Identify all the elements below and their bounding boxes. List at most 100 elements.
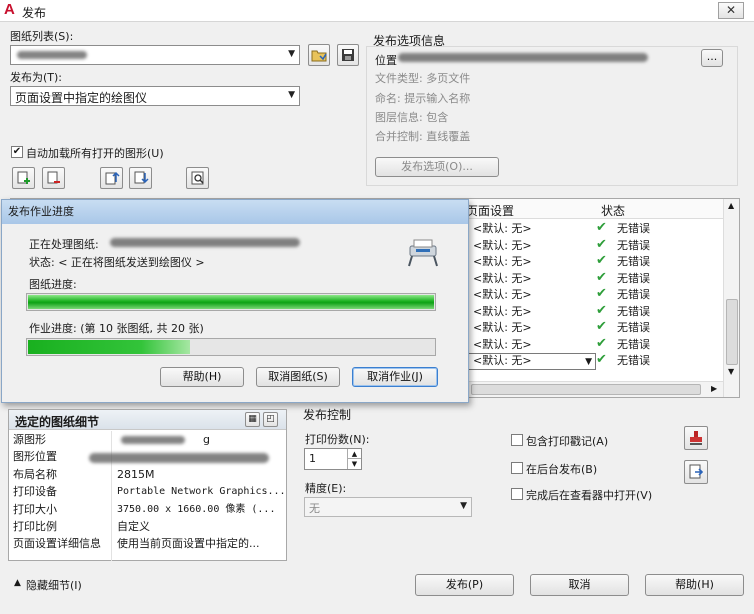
background-publish-label: 在后台发布(B) (526, 463, 598, 476)
status-cell: 无错误 (617, 255, 650, 268)
publish-to-value: 页面设置中指定的绘图仪 (15, 91, 148, 105)
publish-button[interactable]: 发布(P) (415, 574, 514, 596)
scroll-right-arrow-icon[interactable]: ▶ (711, 384, 717, 393)
publish-options-button[interactable]: 发布选项(O)... (375, 157, 499, 177)
add-sheet-icon (17, 171, 30, 184)
location-label: 位置 (375, 54, 397, 67)
column-header-page-setup[interactable]: 页面设置 (466, 202, 514, 219)
checkmark-icon: ✔ (596, 253, 607, 268)
status-cell: 无错误 (617, 238, 650, 252)
redacted-text (17, 51, 87, 59)
page-setup-cell[interactable]: <默认: 无> (473, 287, 532, 304)
page-setup-cell[interactable]: <默认: 无> (473, 337, 532, 354)
chevron-down-icon: ▼ (585, 357, 592, 367)
scroll-up-arrow-icon[interactable]: ▲ (728, 201, 734, 210)
checkmark-icon: ✔ (596, 352, 607, 367)
cancel-button[interactable]: 取消 (530, 574, 629, 596)
stamp-settings-button[interactable] (684, 426, 708, 450)
details-preview-icon[interactable]: ◰ (263, 412, 278, 427)
publish-to-label: 发布为(T): (10, 71, 63, 84)
page-setup-cell[interactable]: <默认: 无> (473, 353, 532, 370)
status-cell: 无错误 (617, 321, 650, 334)
cancel-job-button[interactable]: 取消作业(J) (352, 367, 438, 387)
progress-status-text: 状态: < 正在将图纸发送到绘图仪 > (29, 256, 205, 269)
stamp-icon (690, 431, 702, 445)
copies-label: 打印份数(N): (305, 433, 370, 446)
details-grid-icon[interactable]: ▦ (245, 412, 260, 427)
detail-row: 打印设备 Portable Network Graphics... (9, 483, 286, 500)
details-divider (111, 431, 112, 561)
detail-row: 布局名称 2815M (9, 466, 286, 483)
job-progress-fill (28, 340, 190, 354)
hide-details-link[interactable]: 隐藏细节(I) (26, 577, 82, 593)
sheet-details-panel: 选定的图纸细节 ▦ ◰ 源图形 g 图形位置 布局名称 2815M 打印设备 Portabl… (8, 409, 287, 561)
scrollbar-thumb[interactable] (726, 299, 738, 365)
merge-control-text: 合并控制: 直线覆盖 (375, 130, 471, 143)
publish-to-dropdown[interactable]: 页面设置中指定的绘图仪 ▼ (10, 86, 300, 106)
save-sheet-list-button[interactable] (337, 44, 359, 66)
column-header-status[interactable]: 状态 (601, 202, 625, 219)
hscroll-thumb[interactable] (471, 384, 701, 395)
load-sheet-list-button[interactable] (308, 44, 330, 66)
move-up-icon (105, 171, 120, 185)
job-progress-bar (26, 338, 436, 356)
hide-details-arrow-icon[interactable]: ▲ (14, 578, 21, 588)
checkmark-icon: ✔ (596, 269, 607, 285)
sheet-list-label: 图纸列表(S): (10, 30, 74, 43)
auto-load-checkbox[interactable]: ✔ (11, 146, 23, 158)
redacted-location-value (89, 453, 269, 463)
page-setup-cell[interactable]: <默认: 无> (473, 304, 532, 321)
status-cell: 无错误 (617, 354, 650, 367)
include-stamp-checkbox[interactable] (511, 434, 523, 446)
plotter-icon (408, 239, 438, 267)
move-sheet-down-button[interactable] (129, 167, 152, 189)
detail-row: 页面设置详细信息 使用当前页面设置中指定的... (9, 535, 286, 552)
move-sheet-up-button[interactable] (100, 167, 123, 189)
precision-dropdown[interactable]: 无 ▼ (304, 497, 472, 517)
detail-value: 3750.00 x 1660.00 像素 (... (117, 503, 276, 515)
redacted-source (121, 436, 185, 444)
window-title: 发布 (22, 6, 47, 20)
page-setup-cell[interactable]: <默认: 无> (473, 271, 532, 288)
checkmark-icon: ✔ (596, 302, 607, 318)
page-setup-cell[interactable]: <默认: 无> (473, 238, 532, 255)
close-button[interactable]: ✕ (718, 2, 744, 19)
autocad-logo-icon: A (4, 1, 15, 18)
spin-down-arrow-icon[interactable]: ▼ (347, 459, 361, 469)
details-title: 选定的图纸细节 (15, 415, 100, 429)
page-setup-cell[interactable]: <默认: 无> (473, 221, 532, 238)
detail-label: 源图形 (13, 433, 46, 446)
cancel-sheet-button[interactable]: 取消图纸(S) (256, 367, 340, 387)
preview-button[interactable] (186, 167, 209, 189)
open-viewer-label: 完成后在查看器中打开(V) (526, 489, 653, 502)
remove-sheet-icon (47, 171, 60, 184)
spin-up-arrow-icon[interactable]: ▲ (347, 449, 361, 459)
processing-label: 正在处理图纸: (29, 238, 99, 251)
move-down-icon (134, 171, 149, 184)
details-header: 选定的图纸细节 ▦ ◰ (9, 410, 286, 430)
help-button[interactable]: 帮助(H) (645, 574, 744, 596)
open-viewer-checkbox[interactable] (511, 488, 523, 500)
remove-sheets-button[interactable] (42, 167, 65, 189)
scroll-down-arrow-icon[interactable]: ▼ (728, 367, 734, 376)
detail-row: 打印比例 自定义 (9, 518, 286, 535)
include-stamp-label: 包含打印戳记(A) (526, 435, 609, 448)
background-publish-checkbox[interactable] (511, 462, 523, 474)
browse-location-button[interactable]: ... (701, 49, 723, 67)
status-cell: 无错误 (617, 271, 650, 285)
copies-spinner[interactable]: 1 ▲ ▼ (304, 448, 362, 470)
add-sheets-button[interactable] (12, 167, 35, 189)
progress-help-button[interactable]: 帮助(H) (160, 367, 244, 387)
background-publish-icon (689, 464, 704, 479)
page-setup-cell[interactable]: <默认: 无> (473, 254, 532, 271)
status-cell: 无错误 (617, 337, 650, 351)
detail-label: 打印比例 (13, 520, 57, 533)
checkmark-icon: ✔ (596, 335, 607, 351)
checkmark-icon: ✔ (596, 319, 607, 334)
preview-magnifier-icon (191, 171, 204, 185)
table-vertical-scrollbar[interactable]: ▲ ▼ (723, 199, 739, 397)
background-settings-button[interactable] (684, 460, 708, 484)
detail-label: 图形位置 (13, 450, 57, 464)
page-setup-cell[interactable]: <默认: 无> (473, 320, 532, 337)
sheet-list-dropdown[interactable]: ▼ (10, 45, 300, 65)
